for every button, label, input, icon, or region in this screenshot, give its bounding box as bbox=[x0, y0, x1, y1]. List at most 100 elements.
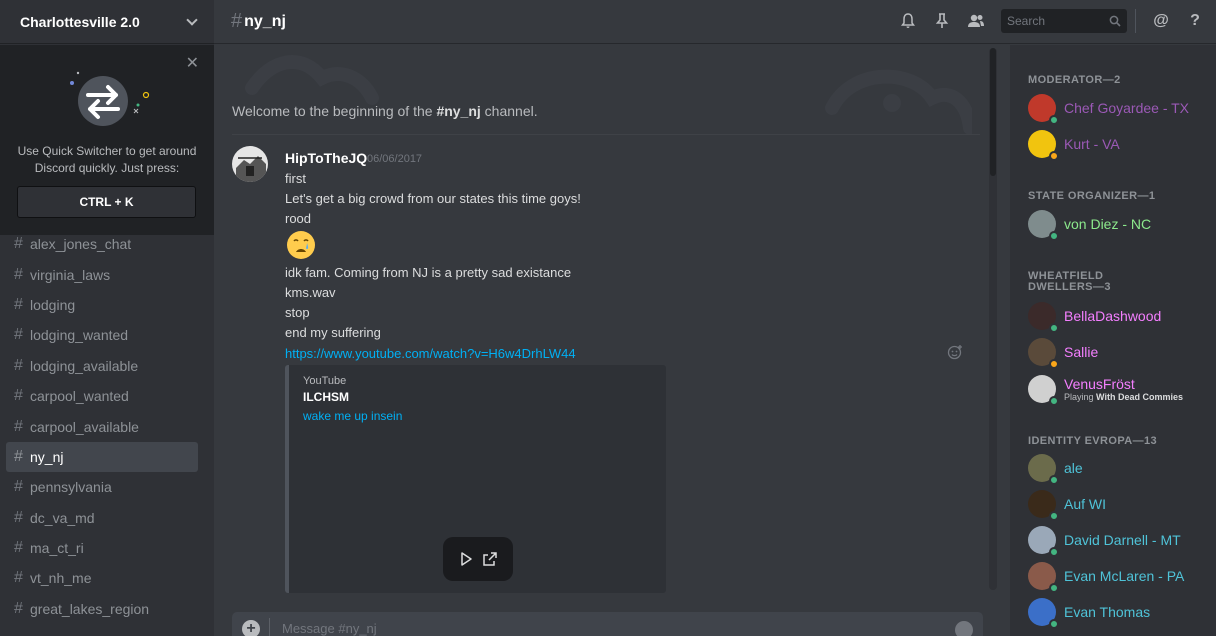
member-item[interactable]: Sallie bbox=[1028, 336, 1214, 369]
channel-vt-nh-me[interactable]: # vt_nh_me bbox=[6, 563, 198, 593]
status-indicator bbox=[1049, 547, 1059, 557]
channel-great-lakes-region[interactable]: # great_lakes_region bbox=[6, 594, 198, 624]
member-name: ale bbox=[1064, 460, 1083, 476]
avatar[interactable] bbox=[1028, 526, 1059, 557]
member-name: Sallie bbox=[1064, 344, 1099, 360]
members-icon[interactable] bbox=[967, 12, 985, 30]
channel-name: great_lakes_region bbox=[30, 600, 150, 617]
member-name: Auf WI bbox=[1064, 496, 1107, 512]
emoji-picker-icon[interactable] bbox=[955, 621, 973, 636]
help-icon[interactable]: ? bbox=[1186, 12, 1204, 30]
member-item[interactable]: Chef Goyardee - TX bbox=[1028, 92, 1214, 125]
embed-description[interactable]: wake me up insein bbox=[303, 409, 402, 423]
message-author[interactable]: HipToTheJQ bbox=[285, 150, 367, 166]
hash-icon: # bbox=[14, 387, 23, 405]
channel-name: dc_va_md bbox=[30, 509, 95, 526]
avatar[interactable] bbox=[232, 146, 268, 182]
member-text: Sallie bbox=[1064, 344, 1098, 360]
member-name: VenusFröst bbox=[1064, 375, 1135, 392]
activity-game: With Dead Commies bbox=[1096, 391, 1183, 402]
member-item[interactable]: VenusFröst Playing With Dead Commies bbox=[1028, 373, 1214, 406]
message-line: end my suffering bbox=[285, 325, 381, 340]
channel-carpool-available[interactable]: # carpool_available bbox=[6, 411, 198, 441]
member-item[interactable]: Auf WI bbox=[1028, 488, 1214, 521]
guild-header[interactable]: Charlottesville 2.0 bbox=[0, 0, 214, 44]
upload-icon[interactable]: + bbox=[242, 620, 260, 636]
hash-icon: # bbox=[231, 10, 243, 32]
channel-title: # ny_nj bbox=[231, 10, 286, 33]
message-line: idk fam. Coming from NJ is a pretty sad … bbox=[285, 265, 572, 280]
welcome-channel: #ny_nj bbox=[436, 103, 481, 119]
channel-pennsylvania[interactable]: # pennsylvania bbox=[6, 472, 198, 502]
pin-icon[interactable] bbox=[933, 12, 951, 30]
member-item[interactable]: Evan McLaren - PA bbox=[1028, 560, 1214, 593]
status-indicator bbox=[1049, 583, 1059, 593]
channel-alex-jones-chat[interactable]: # alex_jones_chat bbox=[6, 229, 198, 259]
status-indicator bbox=[1049, 323, 1059, 333]
message-input[interactable] bbox=[282, 621, 882, 636]
channel-carpool-wanted[interactable]: # carpool_wanted bbox=[6, 381, 198, 411]
member-activity: Playing With Dead Commies bbox=[1064, 392, 1183, 403]
member-item[interactable]: Evan Thomas bbox=[1028, 596, 1214, 629]
avatar[interactable] bbox=[1028, 338, 1059, 369]
channel-name: lodging bbox=[30, 296, 76, 313]
avatar[interactable] bbox=[1028, 598, 1059, 629]
message-line: Let's get a big crowd from our states th… bbox=[285, 191, 581, 206]
channel-lodging-wanted[interactable]: # lodging_wanted bbox=[6, 320, 198, 350]
member-item[interactable]: von Diez - NC bbox=[1028, 208, 1214, 241]
member-text: BellaDashwood bbox=[1064, 308, 1161, 324]
status-indicator bbox=[1049, 396, 1059, 406]
avatar[interactable] bbox=[1028, 94, 1059, 125]
message-line: stop bbox=[285, 305, 310, 320]
channel-lodging-available[interactable]: # lodging_available bbox=[6, 351, 198, 381]
member-list: MODERATOR—2 Chef Goyardee - TX Kurt - VA ST… bbox=[1010, 45, 1216, 636]
avatar[interactable] bbox=[1028, 302, 1059, 333]
avatar[interactable] bbox=[1028, 454, 1059, 485]
play-icon[interactable] bbox=[458, 551, 474, 567]
member-item[interactable]: David Darnell - MT bbox=[1028, 524, 1214, 557]
avatar[interactable] bbox=[1028, 490, 1059, 521]
member-item[interactable]: BellaDashwood bbox=[1028, 300, 1214, 333]
status-indicator bbox=[1049, 619, 1059, 629]
member-name: David Darnell - MT bbox=[1064, 532, 1181, 548]
avatar[interactable] bbox=[1028, 210, 1059, 241]
search-input[interactable]: Search bbox=[1001, 9, 1127, 33]
external-link-icon[interactable] bbox=[482, 551, 498, 567]
channel-ma-ct-ri[interactable]: # ma_ct_ri bbox=[6, 533, 198, 563]
status-indicator bbox=[1049, 151, 1059, 161]
avatar[interactable] bbox=[1028, 130, 1059, 161]
channel-name: pennsylvania bbox=[30, 479, 112, 496]
channel-ny-nj[interactable]: # ny_nj bbox=[6, 441, 198, 473]
quick-switcher-shortcut: CTRL + K bbox=[17, 186, 196, 218]
member-group-title: MODERATOR—2 bbox=[1028, 74, 1121, 86]
member-item[interactable]: ale bbox=[1028, 452, 1214, 485]
hash-icon: # bbox=[14, 569, 23, 587]
scrollbar-thumb[interactable] bbox=[990, 48, 996, 176]
embed-title[interactable]: ILCHSM bbox=[303, 390, 349, 404]
channel-dc-va-md[interactable]: # dc_va_md bbox=[6, 503, 198, 533]
channel-list: # alex_jones_chat # virginia_laws # lodging # l… bbox=[6, 229, 198, 624]
channel-header: # ny_nj Search @ ? bbox=[214, 0, 1216, 44]
bell-icon[interactable] bbox=[899, 12, 917, 30]
close-icon[interactable]: ✕ bbox=[186, 56, 199, 72]
channel-lodging[interactable]: # lodging bbox=[6, 290, 198, 320]
chevron-down-icon[interactable] bbox=[186, 13, 198, 26]
toolbar-divider bbox=[1135, 9, 1136, 33]
channel-name: lodging_wanted bbox=[30, 327, 129, 344]
avatar[interactable] bbox=[1028, 375, 1059, 406]
add-reaction-icon[interactable] bbox=[947, 344, 963, 360]
hash-icon: # bbox=[14, 326, 23, 344]
member-text: David Darnell - MT bbox=[1064, 532, 1181, 548]
channel-virginia-laws[interactable]: # virginia_laws bbox=[6, 259, 198, 289]
member-name: von Diez - NC bbox=[1064, 216, 1152, 232]
status-indicator bbox=[1049, 511, 1059, 521]
member-item[interactable]: Kurt - VA bbox=[1028, 128, 1214, 161]
mention-icon[interactable]: @ bbox=[1152, 12, 1170, 30]
avatar[interactable] bbox=[1028, 562, 1059, 593]
message-link[interactable]: https://www.youtube.com/watch?v=H6w4DrhL… bbox=[285, 346, 576, 361]
member-group-title: IDENTITY EVROPA—13 bbox=[1028, 435, 1158, 447]
hash-icon: # bbox=[14, 478, 23, 496]
embed-provider[interactable]: YouTube bbox=[303, 375, 346, 387]
member-text: Chef Goyardee - TX bbox=[1064, 100, 1189, 116]
hash-icon: # bbox=[14, 539, 23, 557]
